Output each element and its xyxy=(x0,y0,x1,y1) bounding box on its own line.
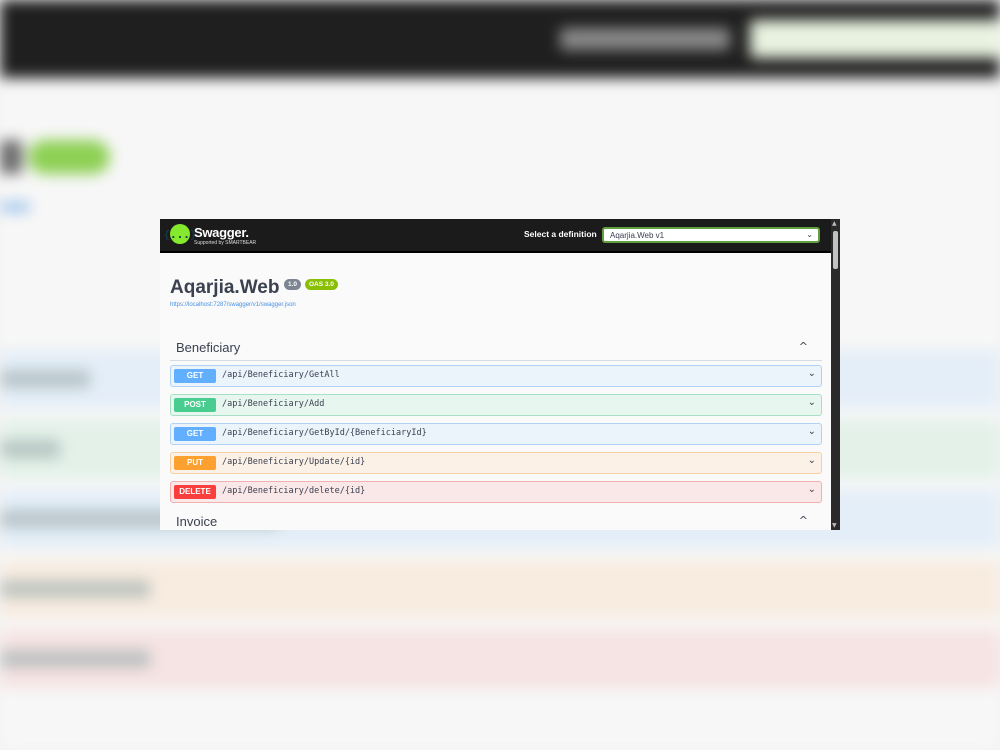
api-title: Aqarjia.Web xyxy=(170,277,280,298)
blurred-select xyxy=(750,20,1000,58)
operation-path: /api/Beneficiary/GetAll xyxy=(222,370,340,380)
select-definition-label: Select a definition xyxy=(524,229,597,239)
oas-badge: OAS 3.0 xyxy=(305,279,338,290)
scroll-up-icon[interactable]: ▲ xyxy=(832,220,837,227)
operation-put-update[interactable]: PUT /api/Beneficiary/Update/{id} ⌄ xyxy=(170,452,822,474)
scroll-down-icon[interactable]: ▼ xyxy=(832,522,837,529)
operation-path: /api/Beneficiary/Update/{id} xyxy=(222,457,366,467)
operation-delete[interactable]: DELETE /api/Beneficiary/delete/{id} ⌄ xyxy=(170,481,822,503)
operation-path: /api/Beneficiary/GetById/{BeneficiaryId} xyxy=(222,428,427,438)
blurred-select-label xyxy=(560,28,730,50)
operation-path: /api/Beneficiary/delete/{id} xyxy=(222,486,366,496)
blurred-row-delete xyxy=(0,630,1000,688)
method-badge-post: POST xyxy=(174,398,216,412)
chevron-down-icon[interactable]: ⌄ xyxy=(808,426,816,437)
chevron-down-icon: ⌄ xyxy=(806,230,813,239)
chevron-down-icon[interactable]: ⌄ xyxy=(808,397,816,408)
chevron-down-icon[interactable]: ⌄ xyxy=(808,455,816,466)
blurred-row-put xyxy=(0,560,1000,618)
scrollbar-thumb[interactable] xyxy=(833,231,838,269)
method-badge-get: GET xyxy=(174,427,216,441)
blurred-version-badge xyxy=(0,140,22,174)
chevron-up-icon[interactable]: ^ xyxy=(799,340,808,353)
version-badge: 1.0 xyxy=(284,279,302,290)
tag-beneficiary[interactable]: Beneficiary ^ xyxy=(170,338,822,361)
chevron-down-icon[interactable]: ⌄ xyxy=(808,484,816,495)
method-badge-get: GET xyxy=(174,369,216,383)
tag-name: Beneficiary xyxy=(176,340,241,355)
chevron-down-icon[interactable]: ⌄ xyxy=(808,368,816,379)
tag-invoice[interactable]: Invoice ^ xyxy=(170,512,822,530)
definition-select[interactable]: Aqarjia.Web v1 ⌄ xyxy=(602,227,820,243)
swagger-logo-text[interactable]: Swagger. xyxy=(194,225,249,240)
vertical-scrollbar[interactable]: ▲ ▼ xyxy=(831,219,840,530)
swagger-json-link[interactable]: https://localhost:7287/swagger/v1/swagge… xyxy=(170,302,296,308)
chevron-up-icon[interactable]: ^ xyxy=(799,514,808,527)
tag-name: Invoice xyxy=(176,514,218,529)
operation-get-getall[interactable]: GET /api/Beneficiary/GetAll ⌄ xyxy=(170,365,822,387)
method-badge-put: PUT xyxy=(174,456,216,470)
topbar: {...} Swagger. Supported by SMARTBEAR Se… xyxy=(160,219,840,253)
swagger-logo-icon[interactable]: {...} xyxy=(163,224,197,244)
operation-post-add[interactable]: POST /api/Beneficiary/Add ⌄ xyxy=(170,394,822,416)
definition-select-value: Aqarjia.Web v1 xyxy=(610,231,665,240)
blurred-oas-badge xyxy=(28,140,110,174)
smartbear-tagline: Supported by SMARTBEAR xyxy=(194,240,257,246)
operation-get-getbyid[interactable]: GET /api/Beneficiary/GetById/{Beneficiar… xyxy=(170,423,822,445)
operation-path: /api/Beneficiary/Add xyxy=(222,399,325,409)
blurred-url xyxy=(0,202,30,212)
method-badge-delete: DELETE xyxy=(174,485,216,499)
swagger-window: {...} Swagger. Supported by SMARTBEAR Se… xyxy=(160,219,840,530)
